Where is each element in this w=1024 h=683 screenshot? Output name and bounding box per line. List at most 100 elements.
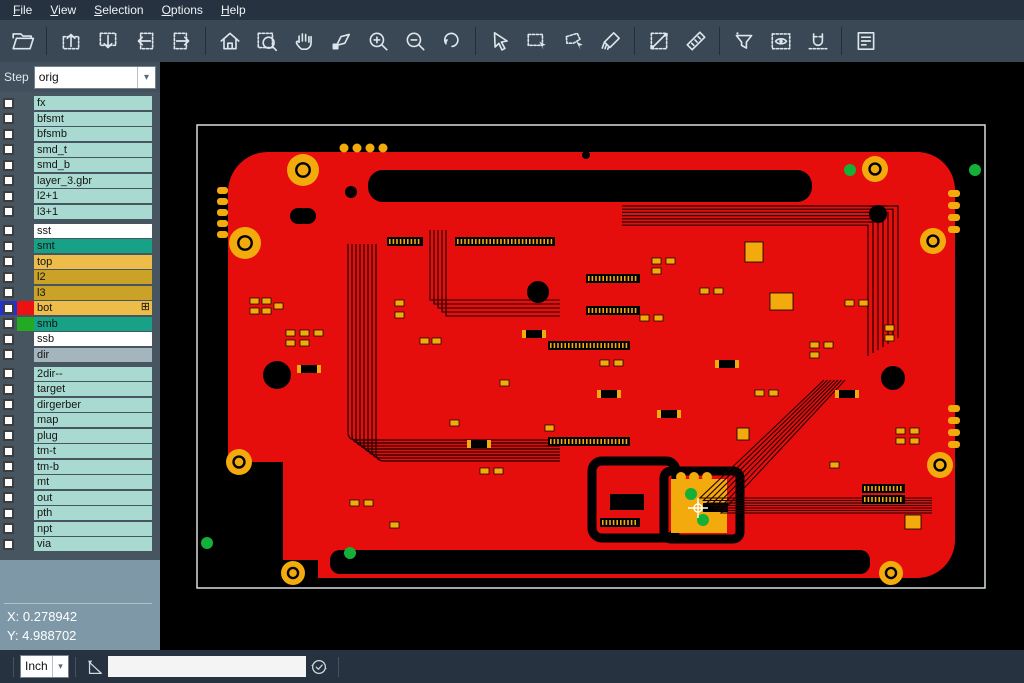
layer-name[interactable]: top [34,255,152,269]
layer-name[interactable]: l2 [34,270,152,284]
layer-checkbox[interactable] [0,398,17,412]
layer-row-npt[interactable]: npt [0,522,152,536]
layer-row-tm-b[interactable]: tm-b [0,460,152,474]
layer-checkbox[interactable] [0,112,17,126]
pan-down-button[interactable] [89,24,126,58]
layer-checkbox[interactable] [0,270,17,284]
layer-row-target[interactable]: target [0,382,152,396]
pan-right-button[interactable] [163,24,200,58]
layer-checkbox[interactable] [0,143,17,157]
select-polygon-button[interactable] [555,24,592,58]
open-file-button[interactable] [4,24,41,58]
layer-checkbox[interactable] [0,413,17,427]
layer-row-2dir--[interactable]: 2dir-- [0,367,152,381]
home-view-button[interactable] [211,24,248,58]
layer-checkbox[interactable] [0,224,17,238]
layer-name[interactable]: plug [34,429,152,443]
layer-row-sst[interactable]: sst [0,224,152,238]
layer-name[interactable]: out [34,491,152,505]
layer-name[interactable]: npt [34,522,152,536]
zoom-out-button[interactable] [396,24,433,58]
select-cursor-button[interactable] [481,24,518,58]
menu-file[interactable]: File [4,0,41,20]
layer-row-dir[interactable]: dir [0,348,152,362]
layer-row-bfsmb[interactable]: bfsmb [0,127,152,141]
layer-checkbox[interactable] [0,506,17,520]
layer-checkbox[interactable] [0,382,17,396]
layer-name[interactable]: ssb [34,332,152,346]
command-input[interactable] [108,656,306,677]
layer-name[interactable]: map [34,413,152,427]
layer-checkbox[interactable] [0,96,17,110]
layer-row-smd_b[interactable]: smd_b [0,158,152,172]
layer-name[interactable]: mt [34,475,152,489]
layer-checkbox[interactable] [0,537,17,551]
layer-row-mt[interactable]: mt [0,475,152,489]
layer-checkbox[interactable] [0,367,17,381]
zoom-window-button[interactable] [248,24,285,58]
layer-name[interactable]: l3+1 [34,205,152,219]
layer-row-bot[interactable]: bot⊞ [0,301,152,315]
layer-checkbox[interactable] [0,460,17,474]
apply-sync-button[interactable] [306,654,332,680]
measure-angle-button[interactable] [82,654,108,680]
layer-row-l2[interactable]: l2 [0,270,152,284]
layer-row-layer_3.gbr[interactable]: layer_3.gbr [0,174,152,188]
view-options-button[interactable] [762,24,799,58]
layer-name[interactable]: via [34,537,152,551]
zoom-in-button[interactable] [359,24,396,58]
zoom-object-button[interactable] [322,24,359,58]
layer-row-l3+1[interactable]: l3+1 [0,205,152,219]
layer-name[interactable]: l3 [34,286,152,300]
layer-checkbox[interactable] [0,286,17,300]
layer-checkbox[interactable] [0,475,17,489]
layer-checkbox[interactable] [0,522,17,536]
layer-checkbox[interactable] [0,158,17,172]
layer-row-l2+1[interactable]: l2+1 [0,189,152,203]
menu-selection[interactable]: Selection [85,0,152,20]
layer-name[interactable]: l2+1 [34,189,152,203]
layer-name[interactable]: pth [34,506,152,520]
layer-row-ssb[interactable]: ssb [0,332,152,346]
layer-name[interactable]: smd_t [34,143,152,157]
layer-checkbox[interactable] [0,348,17,362]
layer-checkbox[interactable] [0,301,17,315]
measure-ruler-button[interactable] [677,24,714,58]
pcb-canvas[interactable] [160,62,1024,650]
layer-row-fx[interactable]: fx [0,96,152,110]
layer-row-tm-t[interactable]: tm-t [0,444,152,458]
measure-distance-button[interactable] [640,24,677,58]
layer-name[interactable]: bfsmt [34,112,152,126]
layer-name[interactable]: smt [34,239,152,253]
layer-checkbox[interactable] [0,491,17,505]
layer-checkbox[interactable] [0,255,17,269]
layer-row-bfsmt[interactable]: bfsmt [0,112,152,126]
pan-up-button[interactable] [52,24,89,58]
layer-name[interactable]: dirgerber [34,398,152,412]
layer-name[interactable]: layer_3.gbr [34,174,152,188]
menu-view[interactable]: View [41,0,85,20]
layer-checkbox[interactable] [0,429,17,443]
select-rectangle-button[interactable] [518,24,555,58]
layer-checkbox[interactable] [0,174,17,188]
layer-row-pth[interactable]: pth [0,506,152,520]
layer-name[interactable]: tm-t [34,444,152,458]
layer-checkbox[interactable] [0,239,17,253]
layer-checkbox[interactable] [0,189,17,203]
layer-row-top[interactable]: top [0,255,152,269]
zoom-previous-button[interactable] [433,24,470,58]
step-select[interactable]: orig ▾ [34,66,156,89]
layer-name[interactable]: 2dir-- [34,367,152,381]
menu-options[interactable]: Options [153,0,212,20]
chevron-down-icon[interactable]: ▾ [52,656,68,677]
menu-help[interactable]: Help [212,0,255,20]
layer-checkbox[interactable] [0,332,17,346]
layer-name[interactable]: dir [34,348,152,362]
layer-row-via[interactable]: via [0,537,152,551]
layer-row-dirgerber[interactable]: dirgerber [0,398,152,412]
layer-name[interactable]: target [34,382,152,396]
layer-row-smd_t[interactable]: smd_t [0,143,152,157]
layer-row-l3[interactable]: l3 [0,286,152,300]
layer-row-out[interactable]: out [0,491,152,505]
layer-checkbox[interactable] [0,317,17,331]
